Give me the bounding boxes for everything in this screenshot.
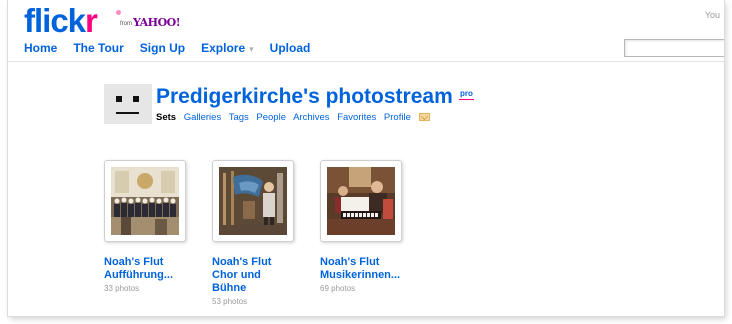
- logo-from-text: from: [120, 21, 132, 27]
- yahoo-logo: YAHOO!: [133, 16, 181, 29]
- set-photo-count: 69 photos: [320, 284, 356, 293]
- header-divider: [8, 61, 724, 62]
- set-thumbnail[interactable]: [212, 160, 294, 242]
- set-title[interactable]: Noah's Flut Chor und Bühne: [212, 256, 324, 295]
- tab-profile[interactable]: Profile: [384, 112, 411, 123]
- nav-upload[interactable]: Upload: [270, 41, 311, 55]
- nav-home[interactable]: Home: [24, 41, 57, 55]
- browser-page: flickr from YAHOO! You Home The Tour Sig…: [8, 0, 724, 316]
- photostream-subnav: Sets Galleries Tags People Archives Favo…: [156, 112, 435, 123]
- flickr-logo[interactable]: flickr: [24, 4, 98, 38]
- account-text[interactable]: You: [705, 10, 720, 20]
- tab-people[interactable]: People: [256, 112, 286, 123]
- nav-the-tour[interactable]: The Tour: [73, 41, 123, 55]
- main-nav: Home The Tour Sign Up Explore ▾ Upload: [24, 41, 326, 55]
- tab-favorites[interactable]: Favorites: [337, 112, 376, 123]
- set-photo-count: 53 photos: [212, 297, 248, 306]
- set-thumbnail[interactable]: [104, 160, 186, 242]
- set-item: Noah's Flut Musikerinnen... 69 photos: [320, 160, 432, 293]
- set-thumbnail[interactable]: [320, 160, 402, 242]
- logo-dot-icon: [116, 10, 121, 15]
- set-item: Noah's Flut Aufführung... 33 photos: [104, 160, 216, 293]
- pro-badge[interactable]: pro: [459, 89, 474, 100]
- tab-galleries[interactable]: Galleries: [184, 112, 222, 123]
- buddy-icon[interactable]: [104, 84, 152, 124]
- musicians-photo: [327, 167, 395, 235]
- set-title[interactable]: Noah's Flut Musikerinnen...: [320, 256, 432, 282]
- stage-photo: [219, 167, 287, 235]
- choir-photo: [111, 167, 179, 235]
- nav-explore[interactable]: Explore ▾: [201, 41, 254, 55]
- set-photo-count: 33 photos: [104, 284, 140, 293]
- mail-icon[interactable]: [418, 113, 430, 121]
- page-title[interactable]: Predigerkirche's photostream: [156, 85, 453, 109]
- tab-tags[interactable]: Tags: [229, 112, 249, 123]
- set-title[interactable]: Noah's Flut Aufführung...: [104, 256, 216, 282]
- set-item: Noah's Flut Chor und Bühne 53 photos: [212, 160, 324, 306]
- nav-sign-up[interactable]: Sign Up: [140, 41, 185, 55]
- chevron-down-icon[interactable]: ▾: [249, 44, 254, 54]
- search-input[interactable]: [624, 39, 724, 57]
- tab-sets: Sets: [156, 112, 177, 123]
- tab-archives[interactable]: Archives: [293, 112, 329, 123]
